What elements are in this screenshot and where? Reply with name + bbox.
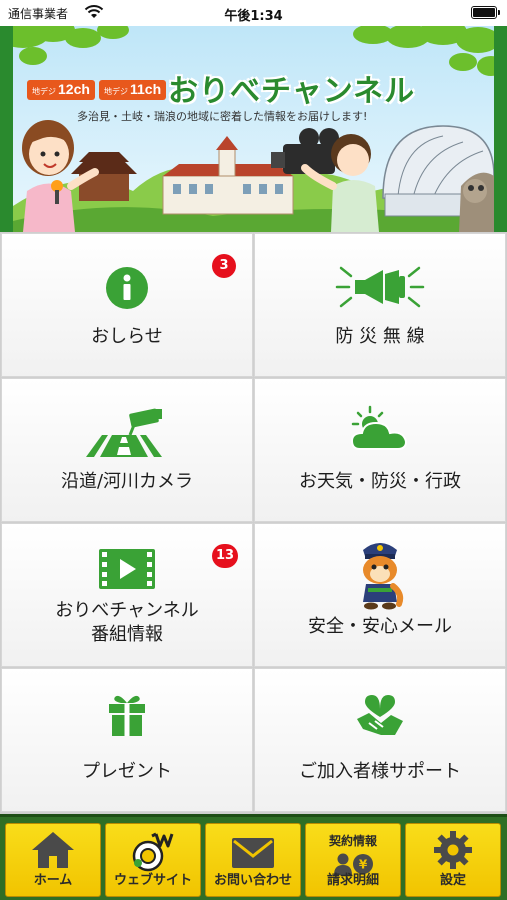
tab-contact[interactable]: お問い合わせ bbox=[205, 823, 301, 897]
tab-label-top: 契約情報 bbox=[328, 834, 377, 848]
status-bar: 通信事業者 午後1:34 bbox=[0, 0, 507, 26]
menu-item-road-river-camera[interactable]: 沿道/河川カメラ bbox=[1, 378, 253, 522]
loudspeaker-icon bbox=[335, 266, 425, 308]
menu-item-oshirase[interactable]: 3 おしらせ bbox=[1, 233, 253, 377]
bottom-tab-bar: ホーム ウェブサイト お問い合わせ 契約情報 ¥ 請求明細 設定 bbox=[0, 814, 507, 900]
website-logo-icon bbox=[132, 832, 174, 872]
tab-home[interactable]: ホーム bbox=[5, 823, 101, 897]
banner-title: おりべチャンネル bbox=[168, 74, 416, 109]
tab-label: 請求明細 bbox=[326, 873, 379, 888]
menu-item-program-info[interactable]: 13 おりべチャンネル 番組情報 bbox=[1, 523, 253, 667]
tab-settings[interactable]: 設定 bbox=[405, 823, 501, 897]
menu-item-label-line2: 番組情報 bbox=[91, 624, 163, 645]
banner-subtitle: 多治見・土岐・瑞浪の地域に密着した情報をお届けします! bbox=[77, 110, 368, 123]
info-icon bbox=[106, 267, 148, 309]
sun-cloud-icon bbox=[350, 405, 407, 450]
gear-icon bbox=[434, 831, 472, 869]
menu-grid: 3 おしらせ 防 災 無 線 沿道/河川カメラ お天気・防災・行政 13 おりべ… bbox=[0, 232, 507, 814]
channel-badge-12ch: 地デジ 12ch bbox=[27, 80, 95, 100]
menu-item-disaster-radio[interactable]: 防 災 無 線 bbox=[254, 233, 506, 377]
menu-item-weather-disaster-admin[interactable]: お天気・防災・行政 bbox=[254, 378, 506, 522]
tab-label: ホーム bbox=[33, 873, 73, 888]
notification-badge: 3 bbox=[212, 254, 236, 278]
menu-item-label: 安全・安心メール bbox=[308, 616, 452, 637]
tab-contract-billing[interactable]: 契約情報 ¥ 請求明細 bbox=[305, 823, 401, 897]
menu-item-label: ご加入者様サポート bbox=[299, 761, 461, 782]
menu-item-present[interactable]: プレゼント bbox=[1, 668, 253, 812]
road-camera-icon bbox=[86, 408, 162, 457]
clock: 午後1:34 bbox=[224, 9, 283, 24]
video-icon bbox=[99, 549, 155, 589]
menu-item-label: おしらせ bbox=[91, 326, 163, 347]
banner-illustration bbox=[13, 26, 494, 232]
police-mascot-icon bbox=[363, 543, 404, 610]
gift-icon bbox=[109, 695, 145, 736]
handshake-heart-icon bbox=[357, 695, 403, 735]
tab-label: 設定 bbox=[439, 873, 466, 888]
menu-item-label: お天気・防災・行政 bbox=[299, 471, 461, 492]
battery-icon bbox=[471, 6, 500, 19]
menu-item-subscriber-support[interactable]: ご加入者様サポート bbox=[254, 668, 506, 812]
mail-icon bbox=[232, 838, 274, 868]
tab-label: ウェブサイト bbox=[113, 873, 192, 888]
home-icon bbox=[32, 832, 74, 868]
channel-badge-11ch: 地デジ 11ch bbox=[99, 80, 167, 100]
notification-badge: 13 bbox=[212, 544, 239, 568]
menu-item-label: 防 災 無 線 bbox=[335, 326, 425, 347]
menu-item-label: 沿道/河川カメラ bbox=[60, 471, 194, 492]
tab-website[interactable]: ウェブサイト bbox=[105, 823, 201, 897]
menu-item-safety-mail[interactable]: 安全・安心メール bbox=[254, 523, 506, 667]
menu-item-label: おりべチャンネル bbox=[55, 600, 199, 621]
menu-item-label: プレゼント bbox=[82, 761, 172, 782]
tab-label: お問い合わせ bbox=[213, 873, 292, 888]
channel-banner[interactable]: 地デジ 12ch 地デジ 11ch おりべチャンネル 多治見・土岐・瑞浪の地域に密着… bbox=[0, 26, 507, 232]
